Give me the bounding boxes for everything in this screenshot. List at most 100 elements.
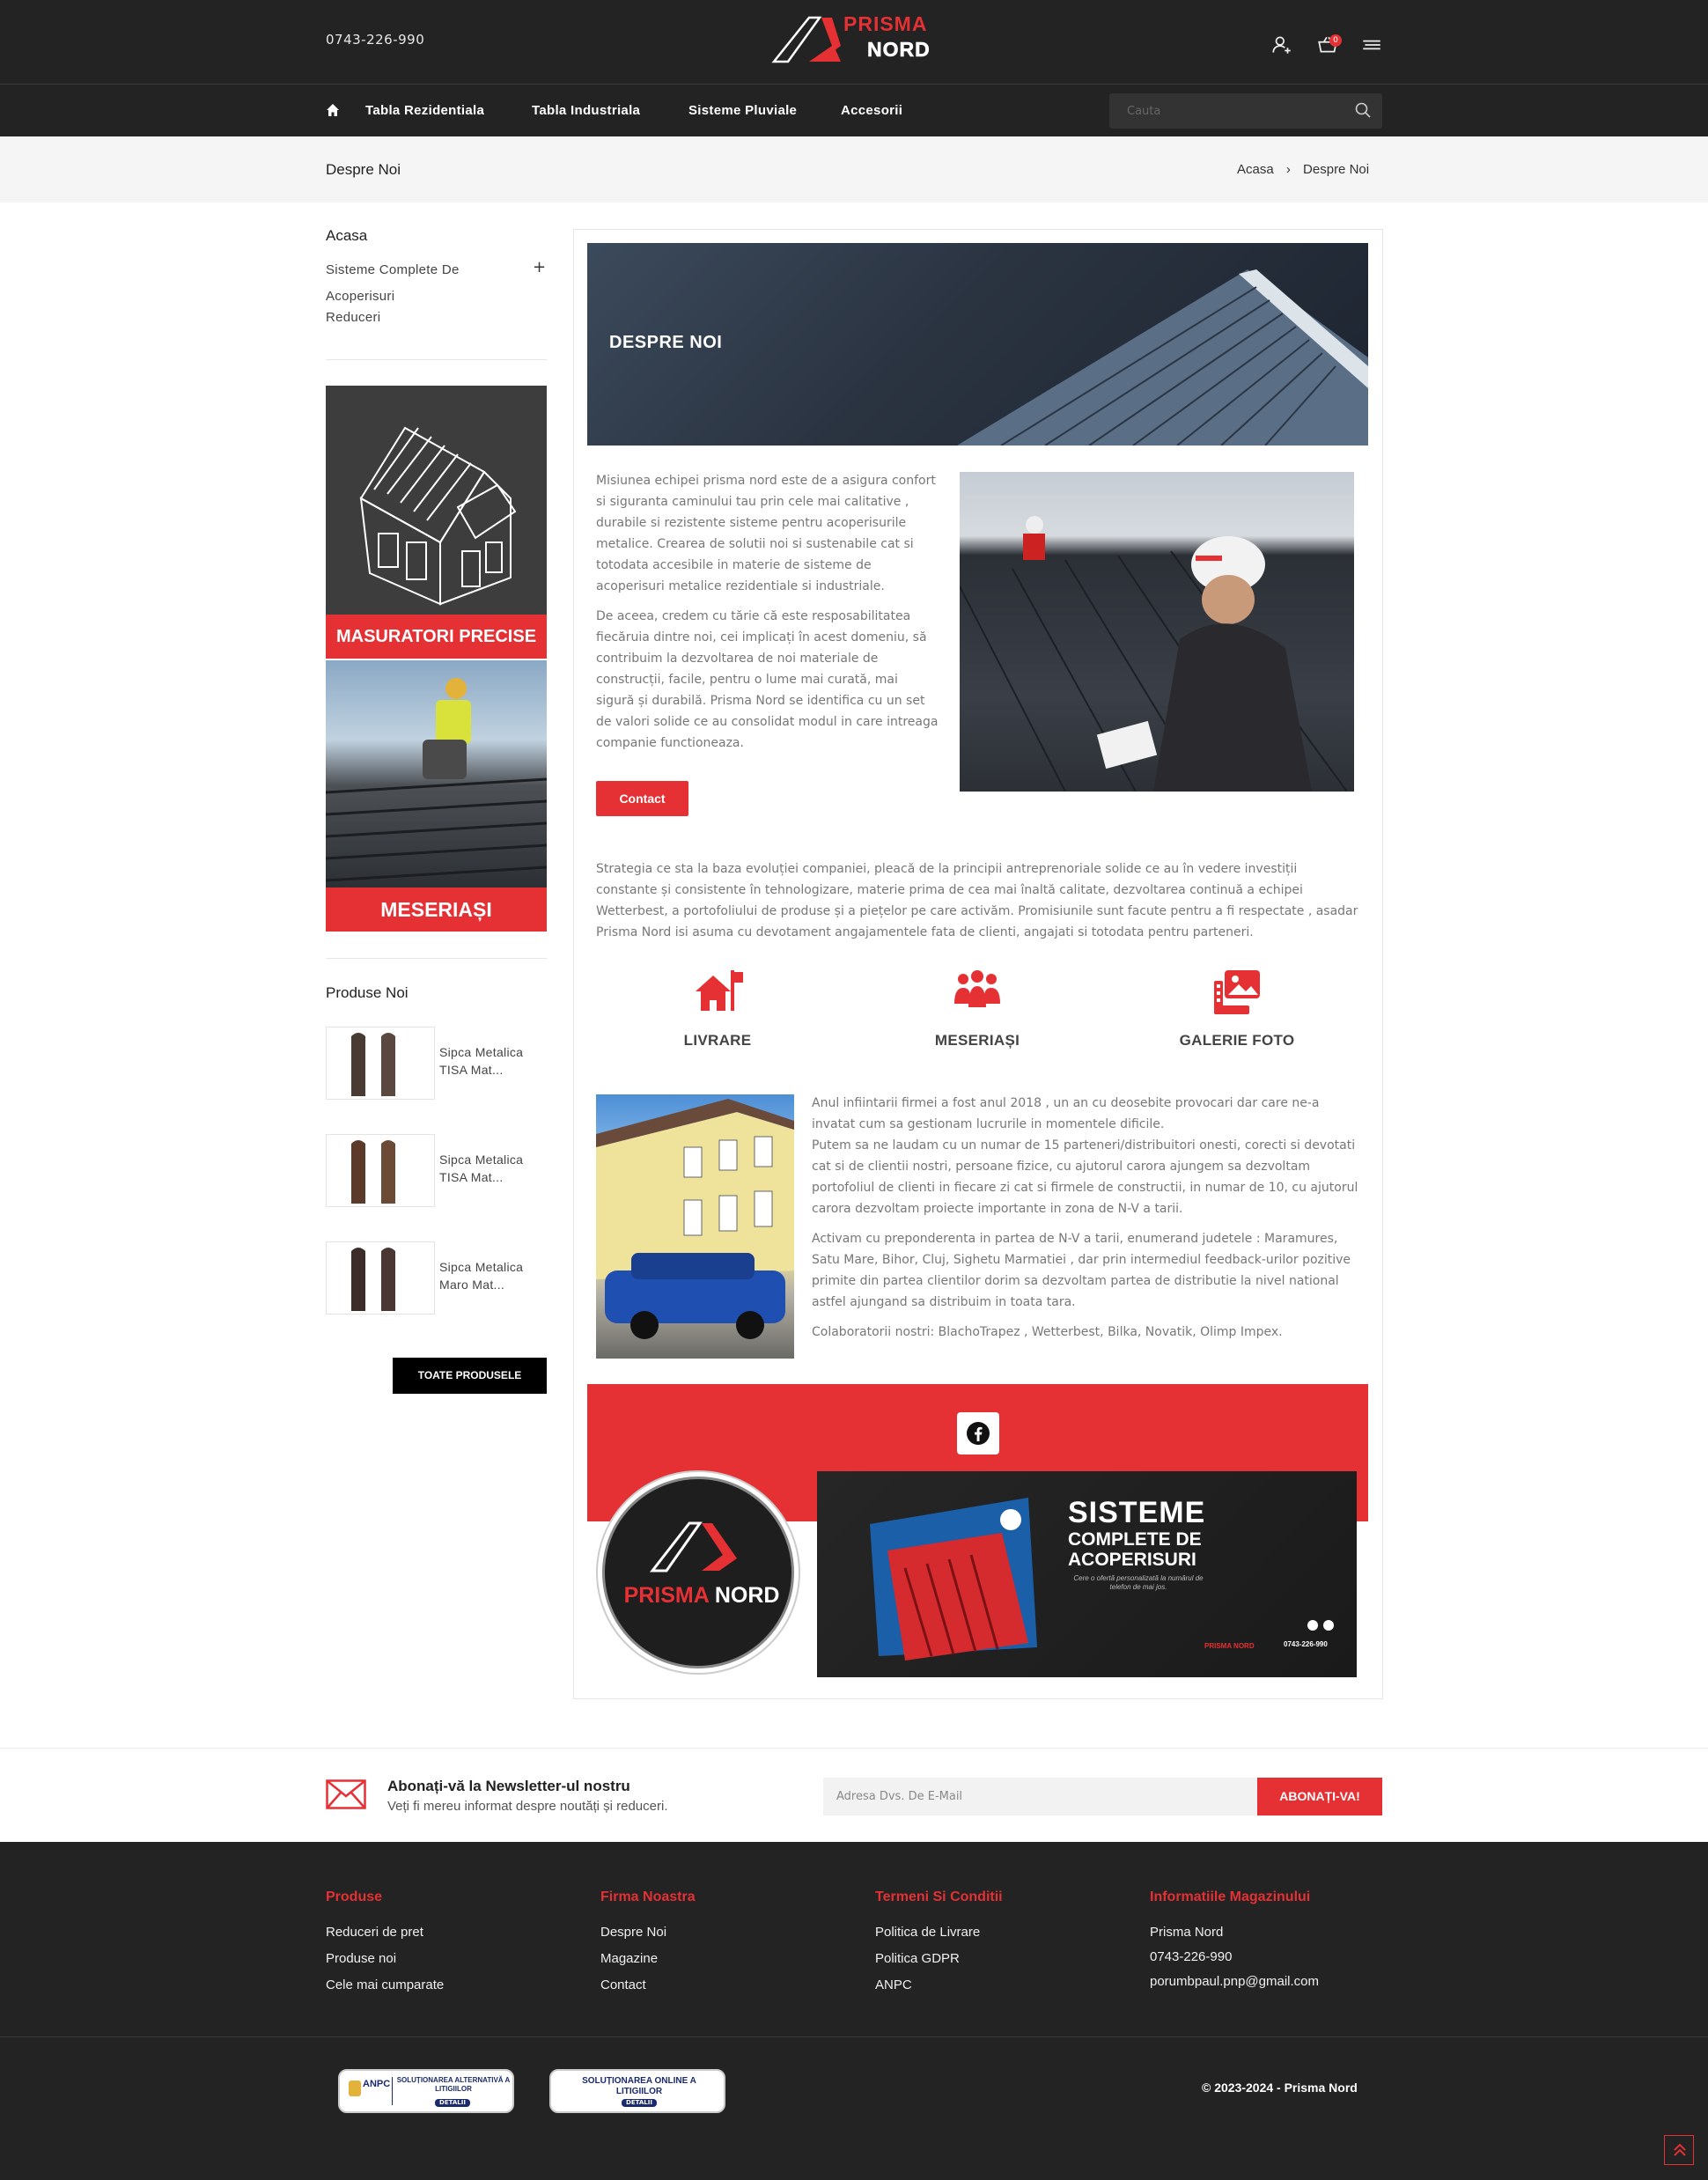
logo-word-nord: NORD — [867, 38, 931, 62]
expand-plus-icon[interactable]: + — [533, 258, 546, 276]
nav-item-accesorii[interactable]: Accesorii — [841, 103, 902, 118]
footer-store-name: Prisma Nord — [1150, 1925, 1224, 1940]
footer-phone[interactable]: 0743-226-990 — [1150, 1949, 1232, 1964]
footer-link[interactable]: Reduceri de pret — [326, 1925, 423, 1940]
cart-count-badge: 0 — [1329, 34, 1342, 47]
new-products-heading: Produse Noi — [326, 984, 409, 1001]
breadcrumb-bar — [0, 136, 1708, 203]
nav-item-tabla-industriala[interactable]: Tabla Industriala — [532, 103, 640, 118]
search-box — [1109, 93, 1382, 129]
sidebar-item-sisteme-complete[interactable]: Sisteme Complete De Acoperisuri — [326, 257, 467, 310]
anpc-sol-badge[interactable]: SOLUȚIONAREA ONLINE A LITIGIILOR DETALII — [549, 2069, 725, 2113]
anpc-sal-details: DETALII — [435, 2099, 470, 2107]
breadcrumb-separator: › — [1285, 162, 1291, 177]
newsletter-subtitle: Veți fi mereu informat despre noutăți și… — [387, 1799, 668, 1814]
footer-link[interactable]: Magazine — [600, 1951, 658, 1966]
footer — [0, 1842, 1708, 2180]
breadcrumb-home[interactable]: Acasa — [1237, 162, 1274, 177]
facebook-icon — [967, 1422, 990, 1445]
product-thumb[interactable] — [326, 1134, 435, 1207]
envelope-icon — [326, 1779, 366, 1809]
gallery-icon[interactable] — [1211, 967, 1263, 1020]
worker-on-roof-image — [960, 516, 1348, 792]
strategy-paragraph: Strategia ce sta la baza evoluției compa… — [596, 862, 1358, 939]
banner-meseriasi[interactable] — [326, 660, 547, 887]
hero-title: DESPRE NOI — [609, 333, 723, 352]
promo-brand: PRISMA NORD — [1204, 1642, 1255, 1650]
back-to-top-button[interactable] — [1664, 2135, 1694, 2165]
product-name[interactable]: Sipca Metalica TISA Mat... — [439, 1151, 545, 1186]
breadcrumb: Acasa › Despre Noi — [1237, 162, 1369, 177]
feature-label-galerie-foto[interactable]: GALERIE FOTO — [1149, 1032, 1325, 1049]
newsletter-email-input[interactable] — [823, 1778, 1257, 1815]
newsletter-title: Abonați-vă la Newsletter-ul nostru — [387, 1778, 630, 1794]
history-paragraph-2: Putem sa ne laudam cu un numar de 15 par… — [812, 1138, 1358, 1216]
anpc-sol-details: DETALII — [622, 2099, 657, 2107]
product-thumb[interactable] — [326, 1241, 435, 1315]
brand-circle-logo[interactable]: PRISMA NORD — [602, 1477, 794, 1668]
all-products-button[interactable]: TOATE PRODUSELE — [393, 1358, 547, 1394]
promo-title-line2: COMPLETE DE — [1068, 1529, 1202, 1550]
breadcrumb-current: Despre Noi — [1303, 162, 1370, 177]
footer-heading-produse: Produse — [326, 1889, 383, 1904]
values-paragraph: De aceea, credem cu tărie că este respos… — [596, 609, 939, 750]
promo-social-icons — [1307, 1620, 1334, 1631]
footer-link[interactable]: ANPC — [875, 1977, 912, 1992]
menu-icon[interactable] — [1360, 33, 1383, 56]
office-building-with-car-image — [596, 1099, 794, 1339]
footer-email[interactable]: porumbpaul.pnp@gmail.com — [1150, 1974, 1319, 1989]
history-paragraph-1: Anul infiintarii firmei a fost anul 2018… — [812, 1096, 1320, 1131]
promo-banner[interactable]: SISTEME COMPLETE DE ACOPERISURI Cere o o… — [817, 1471, 1357, 1677]
nav-item-sisteme-pluviale[interactable]: Sisteme Pluviale — [688, 103, 797, 118]
anpc-sal-badge[interactable]: ANPC SOLUȚIONAREA ALTERNATIVĂ A LITIGIIL… — [338, 2069, 514, 2113]
feature-label-meseriasi[interactable]: MESERIAȘI — [889, 1032, 1065, 1049]
promo-phone: 0743-226-990 — [1284, 1640, 1328, 1648]
footer-link[interactable]: Cele mai cumparate — [326, 1977, 444, 1992]
footer-link[interactable]: Politica GDPR — [875, 1951, 960, 1966]
promo-title-line1: SISTEME — [1068, 1496, 1206, 1529]
fence-slat-image — [351, 1248, 395, 1311]
delivery-house-icon[interactable] — [692, 967, 745, 1020]
metal-roof-sheets-image — [870, 1498, 1037, 1661]
footer-link[interactable]: Despre Noi — [600, 1925, 666, 1940]
anpc-logo: ANPC — [347, 2077, 393, 2105]
roofer-photo — [326, 678, 547, 882]
copyright: © 2023-2024 - Prisma Nord — [1202, 2081, 1358, 2095]
footer-link[interactable]: Politica de Livrare — [875, 1925, 980, 1940]
team-icon[interactable] — [951, 967, 1004, 1020]
banner-meseriasi-label: MESERIAȘI — [326, 887, 547, 932]
logo-word-prisma: PRISMA — [843, 12, 928, 35]
search-icon[interactable] — [1354, 101, 1372, 119]
brand-logo-mark — [649, 1521, 737, 1572]
fence-slat-image — [351, 1033, 395, 1096]
house-outline-icon — [359, 426, 517, 606]
search-input[interactable] — [1127, 102, 1338, 120]
contact-button[interactable]: Contact — [596, 781, 688, 816]
double-chevron-up-icon — [1674, 2143, 1686, 2156]
anpc-sol-text: SOLUȚIONAREA ONLINE A LITIGIILOR — [582, 2076, 696, 2096]
footer-divider — [0, 2036, 1708, 2037]
product-thumb[interactable] — [326, 1027, 435, 1100]
newsletter-divider — [0, 1748, 1708, 1749]
home-icon[interactable] — [326, 103, 340, 117]
sidebar-item-reduceri[interactable]: Reduceri — [326, 310, 380, 325]
header-phone[interactable]: 0743-226-990 — [326, 32, 424, 48]
subscribe-button[interactable]: ABONAȚI-VA! — [1257, 1778, 1382, 1815]
brand-circle-word2: NORD — [714, 1583, 780, 1608]
sidebar-heading[interactable]: Acasa — [326, 227, 367, 245]
footer-heading-termeni: Termeni Si Conditii — [875, 1889, 1003, 1904]
mission-paragraph: Misiunea echipei prisma nord este de a a… — [596, 474, 936, 593]
product-name[interactable]: Sipca Metalica Maro Mat... — [439, 1258, 545, 1293]
footer-link[interactable]: Produse noi — [326, 1951, 396, 1966]
fence-slat-image — [351, 1140, 395, 1204]
user-add-icon[interactable] — [1270, 33, 1293, 56]
page-title: Despre Noi — [326, 161, 401, 178]
product-name[interactable]: Sipca Metalica TISA Mat... — [439, 1043, 545, 1079]
feature-label-livrare[interactable]: LIVRARE — [629, 1032, 806, 1049]
nav-item-tabla-rezidentiala[interactable]: Tabla Rezidentiala — [365, 103, 484, 118]
history-paragraph-3: Activam cu preponderenta in partea de N-… — [812, 1232, 1351, 1309]
building-photo — [596, 1094, 794, 1359]
sidebar-divider — [326, 359, 547, 360]
facebook-button[interactable] — [957, 1412, 999, 1455]
footer-link[interactable]: Contact — [600, 1977, 646, 1992]
